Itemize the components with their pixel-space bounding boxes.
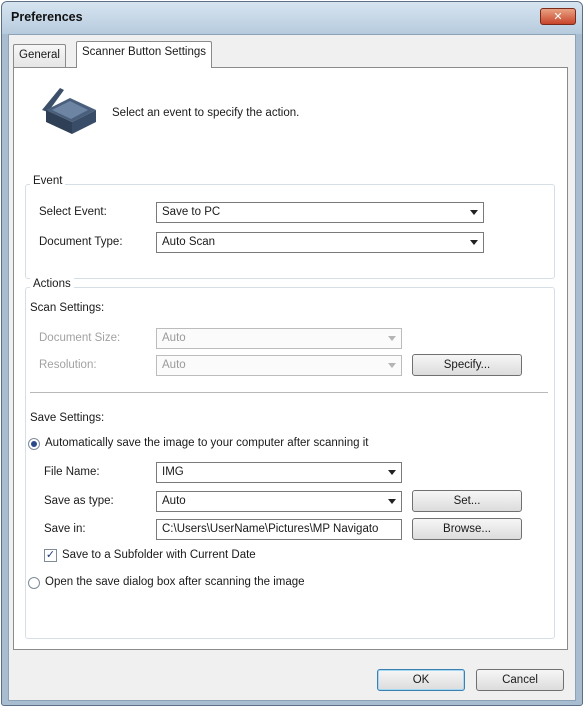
- file-name-value: IMG: [162, 466, 184, 478]
- document-type-value: Auto Scan: [162, 236, 216, 248]
- cancel-button-label: Cancel: [502, 674, 538, 686]
- chevron-down-icon: [388, 336, 396, 341]
- resolution-label: Resolution:: [39, 359, 97, 371]
- set-button[interactable]: Set...: [412, 490, 522, 512]
- scanner-button-settings-panel: Select an event to specify the action. E…: [13, 67, 568, 650]
- chevron-down-icon: [388, 363, 396, 368]
- subfolder-label[interactable]: Save to a Subfolder with Current Date: [62, 549, 256, 561]
- section-divider: [30, 392, 548, 394]
- scan-settings-label: Scan Settings:: [30, 302, 105, 314]
- resolution-value: Auto: [162, 359, 186, 371]
- save-as-type-dropdown[interactable]: Auto: [156, 491, 402, 512]
- file-name-combo[interactable]: IMG: [156, 462, 402, 483]
- tab-general-label: General: [19, 49, 60, 61]
- chevron-down-icon: [470, 210, 478, 215]
- document-size-label: Document Size:: [39, 332, 121, 344]
- save-as-type-value: Auto: [162, 495, 186, 507]
- specify-button-label: Specify...: [443, 359, 491, 371]
- open-dialog-radio[interactable]: [28, 577, 40, 589]
- ok-button[interactable]: OK: [377, 669, 465, 691]
- select-event-dropdown[interactable]: Save to PC: [156, 202, 484, 223]
- save-as-type-label: Save as type:: [44, 495, 114, 507]
- document-type-dropdown[interactable]: Auto Scan: [156, 232, 484, 253]
- browse-button[interactable]: Browse...: [412, 518, 522, 540]
- save-settings-label: Save Settings:: [30, 412, 105, 424]
- open-dialog-label[interactable]: Open the save dialog box after scanning …: [45, 576, 305, 588]
- chevron-down-icon: [388, 470, 396, 475]
- auto-save-radio[interactable]: [28, 438, 40, 450]
- window-title: Preferences: [11, 10, 83, 24]
- close-button[interactable]: ✕: [540, 8, 576, 25]
- ok-button-label: OK: [412, 674, 430, 686]
- save-in-value: C:\Users\UserName\Pictures\MP Navigato: [162, 523, 379, 535]
- cancel-button[interactable]: Cancel: [476, 669, 564, 691]
- actions-group-title: Actions: [30, 278, 74, 290]
- set-button-label: Set...: [453, 495, 481, 507]
- select-event-value: Save to PC: [162, 206, 221, 218]
- tab-scanner-button-settings[interactable]: Scanner Button Settings: [76, 41, 213, 68]
- subfolder-checkbox[interactable]: ✓: [44, 549, 57, 562]
- preferences-window: Preferences ✕ General Scanner Button Set…: [1, 1, 583, 706]
- tab-general[interactable]: General: [13, 44, 66, 68]
- dialog-client-area: General Scanner Button Settings Select a…: [8, 34, 576, 701]
- scanner-icon: [42, 88, 96, 134]
- specify-button[interactable]: Specify...: [412, 354, 522, 376]
- checkmark-icon: ✓: [45, 549, 56, 561]
- document-type-label: Document Type:: [39, 236, 123, 248]
- auto-save-label[interactable]: Automatically save the image to your com…: [45, 437, 368, 449]
- instruction-text: Select an event to specify the action.: [112, 107, 300, 119]
- chevron-down-icon: [470, 240, 478, 245]
- event-group-title: Event: [30, 175, 66, 187]
- save-in-label: Save in:: [44, 523, 86, 535]
- save-in-field[interactable]: C:\Users\UserName\Pictures\MP Navigato: [156, 519, 402, 540]
- tab-scanner-button-settings-label: Scanner Button Settings: [82, 46, 207, 58]
- document-size-value: Auto: [162, 332, 186, 344]
- select-event-label: Select Event:: [39, 206, 107, 218]
- close-icon: ✕: [553, 11, 563, 23]
- browse-button-label: Browse...: [443, 523, 491, 535]
- resolution-dropdown[interactable]: Auto: [156, 355, 402, 376]
- file-name-label: File Name:: [44, 466, 100, 478]
- chevron-down-icon: [388, 499, 396, 504]
- title-bar[interactable]: Preferences ✕: [2, 2, 582, 34]
- document-size-dropdown[interactable]: Auto: [156, 328, 402, 349]
